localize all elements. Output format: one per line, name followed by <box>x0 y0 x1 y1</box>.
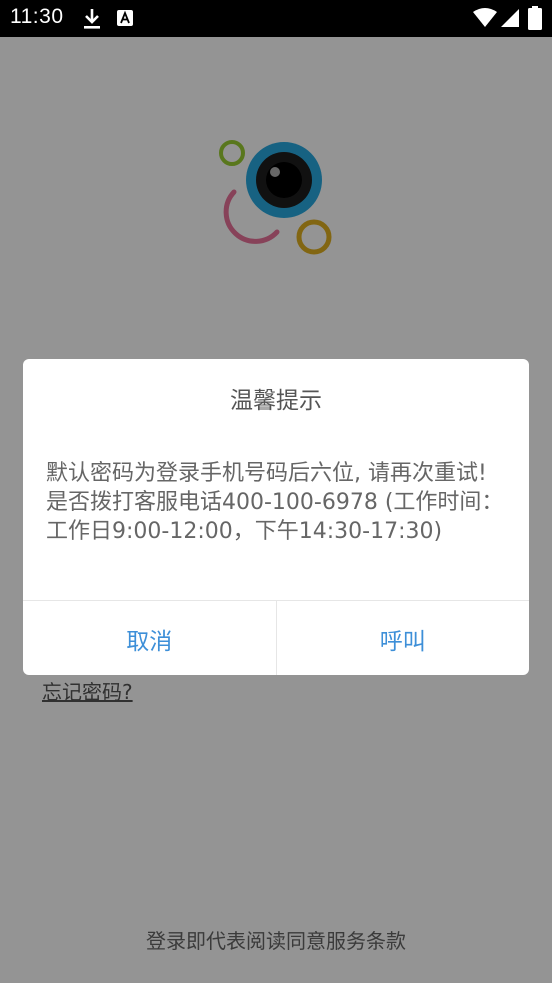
dialog-title: 温馨提示 <box>230 388 322 414</box>
status-time: 11:30 <box>10 5 64 28</box>
status-bar: 11:30 <box>0 0 552 37</box>
call-button[interactable]: 呼叫 <box>277 601 530 675</box>
download-icon <box>84 9 100 29</box>
dialog-message: 默认密码为登录手机号码后六位, 请再次重试! 是否拨打客服电话400-100-6… <box>46 461 504 544</box>
accessibility-icon <box>117 10 133 26</box>
alert-dialog: 温馨提示 默认密码为登录手机号码后六位, 请再次重试! 是否拨打客服电话400-… <box>23 359 529 675</box>
signal-icon <box>501 9 519 27</box>
wifi-icon <box>473 8 497 27</box>
cancel-button[interactable]: 取消 <box>23 601 277 675</box>
battery-icon <box>528 6 542 30</box>
dialog-button-bar: 取消 呼叫 <box>23 600 529 675</box>
